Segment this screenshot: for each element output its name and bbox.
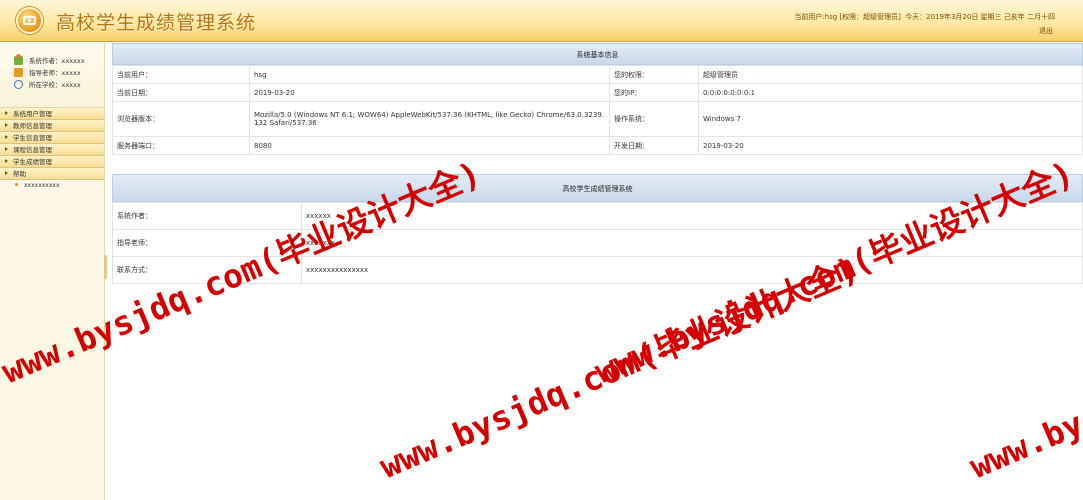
author-icon [14, 53, 23, 65]
table-cell-label: 当前用户： [112, 65, 250, 84]
sidebar-item-label: 系统用户管理 [13, 110, 52, 118]
table-cell-value: Mozilla/5.0 (Windows NT 6.1; WOW64) Appl… [249, 101, 610, 137]
header-user-info: 当前用户:hsg [权限：超级管理员] 今天：2019年3月20日 星期三 己亥… [794, 12, 1057, 22]
chevron-right-icon [5, 147, 8, 151]
table-row: 系统作者： xxxxxx [112, 202, 1083, 230]
table-cell-value: xxxxxxx [301, 229, 1083, 257]
table-row: 联系方式： xxxxxxxxxxxxxxx [112, 256, 1083, 284]
sidebar-item-label: 帮助 [13, 170, 26, 178]
sidebar-menu: 系统用户管理 教师信息管理 学生信息管理 课程信息管理 学生成绩管理 帮助 xx… [0, 108, 104, 192]
sidebar-info-label: 系统作者：xxxxxx [29, 57, 85, 65]
sidebar-info-author: 系统作者：xxxxxx [14, 53, 104, 66]
table-cell-value: 超级管理员 [698, 65, 1083, 84]
sidebar-item-label: 课程信息管理 [13, 146, 52, 154]
today-text: 今天：2019年3月20日 星期三 己亥年 二月十四 [905, 13, 1055, 21]
system-info-heading: 系统基本信息 [112, 43, 1083, 65]
table-cell-value: xxxxxxxxxxxxxxx [301, 256, 1083, 284]
sidebar-info-school: 所在学校：xxxxx [14, 78, 104, 90]
about-table: 系统作者： xxxxxx 指导老师： xxxxxxx 联系方式： xxxxxxx… [112, 202, 1083, 284]
sidebar-item-help[interactable]: 帮助 [0, 168, 104, 180]
sidebar-item-student-info[interactable]: 学生信息管理 [0, 132, 104, 144]
table-cell-value: 8080 [249, 136, 610, 155]
table-cell-label: 您的权限： [609, 65, 699, 84]
sidebar-subitem-help[interactable]: xxxxxxxxxx [0, 180, 104, 192]
table-cell-label: 系统作者： [112, 202, 302, 230]
table-row: 当前日期： 2019-03-20 您的IP： 0:0:0:0:0:0:0:1 [112, 83, 1083, 102]
table-cell-label: 开发日期： [609, 136, 699, 155]
table-cell-label: 操作系统： [609, 101, 699, 137]
sidebar-subitem-label: xxxxxxxxxx [24, 182, 60, 189]
teacher-icon [14, 67, 23, 77]
app-logo-icon [16, 7, 43, 34]
chevron-right-icon [5, 159, 8, 163]
sidebar-item-label: 学生成绩管理 [13, 158, 52, 166]
app-title: 高校学生成绩管理系统 [56, 12, 257, 34]
table-cell-label: 服务器端口： [112, 136, 250, 155]
table-row: 当前用户： hsg 您的权限： 超级管理员 [112, 65, 1083, 84]
bullet-icon [15, 183, 18, 186]
table-cell-value: 0:0:0:0:0:0:0:1 [698, 83, 1083, 102]
table-cell-label: 您的IP： [609, 83, 699, 102]
sidebar-info-panel: 系统作者：xxxxxx 指导老师：xxxxx 所在学校：xxxxx [0, 43, 104, 108]
about-heading: 高校学生成绩管理系统 [112, 174, 1083, 202]
chevron-right-icon [5, 135, 8, 139]
table-cell-value: hsg [249, 65, 610, 84]
table-row: 指导老师： xxxxxxx [112, 229, 1083, 257]
table-row: 浏览器版本： Mozilla/5.0 (Windows NT 6.1; WOW6… [112, 101, 1083, 137]
top-header: 高校学生成绩管理系统 当前用户:hsg [权限：超级管理员] 今天：2019年3… [0, 0, 1083, 42]
table-cell-value: 2019-03-20 [698, 136, 1083, 155]
system-info-table: 当前用户： hsg 您的权限： 超级管理员 当前日期： 2019-03-20 您… [112, 65, 1083, 155]
main-content: 系统基本信息 当前用户： hsg 您的权限： 超级管理员 当前日期： 2019-… [112, 43, 1083, 500]
sidebar-item-label: 学生信息管理 [13, 134, 52, 142]
sidebar-info-label: 所在学校：xxxxx [29, 81, 81, 89]
table-cell-value: xxxxxx [301, 202, 1083, 230]
table-cell-label: 浏览器版本： [112, 101, 250, 137]
table-row: 服务器端口： 8080 开发日期： 2019-03-20 [112, 136, 1083, 155]
sidebar-collapse-handle[interactable] [104, 255, 107, 279]
sidebar-item-user-management[interactable]: 系统用户管理 [0, 108, 104, 120]
chevron-right-icon [5, 111, 8, 115]
current-user-text: 当前用户:hsg [权限：超级管理员] [794, 13, 901, 21]
table-cell-label: 联系方式： [112, 256, 302, 284]
table-cell-value: Windows 7 [698, 101, 1083, 137]
sidebar-item-grade-management[interactable]: 学生成绩管理 [0, 156, 104, 168]
chevron-right-icon [5, 123, 8, 127]
table-cell-value: 2019-03-20 [249, 83, 610, 102]
sidebar: 系统作者：xxxxxx 指导老师：xxxxx 所在学校：xxxxx 系统用户管理… [0, 43, 105, 500]
table-cell-label: 指导老师： [112, 229, 302, 257]
chevron-right-icon [5, 171, 8, 175]
logout-link[interactable]: 退出 [1039, 26, 1053, 36]
sidebar-item-teacher-info[interactable]: 教师信息管理 [0, 120, 104, 132]
table-cell-label: 当前日期： [112, 83, 250, 102]
sidebar-item-label: 教师信息管理 [13, 122, 52, 130]
sidebar-info-label: 指导老师：xxxxx [29, 69, 81, 77]
sidebar-item-course-info[interactable]: 课程信息管理 [0, 144, 104, 156]
school-icon [14, 79, 23, 89]
sidebar-info-teacher: 指导老师：xxxxx [14, 66, 104, 78]
